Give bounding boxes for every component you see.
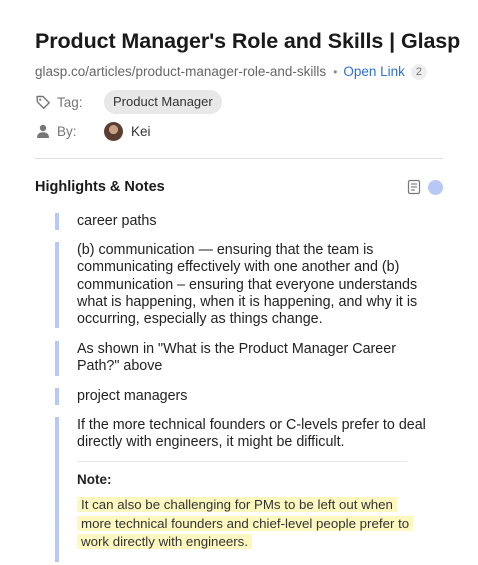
note-text: It can also be challenging for PMs to be…	[77, 496, 443, 552]
tag-row: Tag: Product Manager	[35, 90, 443, 114]
highlight-line: If the more technical founders or C-leve…	[77, 416, 426, 433]
tag-label: Tag:	[57, 94, 83, 110]
highlight-item: As shown in "What is the Product Manager…	[35, 341, 443, 376]
highlight-line: As shown in "What is the Product Manager…	[77, 341, 396, 358]
highlight-bar	[55, 242, 59, 329]
highlight-item: (b) communication — ensuring that the te…	[35, 242, 443, 329]
url-row: glasp.co/articles/product-manager-role-a…	[35, 63, 443, 81]
highlight-line: Path?" above	[77, 358, 163, 375]
highlight-line: communicating effectively with one anoth…	[77, 259, 400, 276]
note-line: It can also be challenging for PMs to be…	[77, 497, 397, 513]
highlight-line: (b) communication — ensuring that the te…	[77, 242, 374, 259]
highlight-line: career paths	[77, 213, 157, 229]
open-link[interactable]: Open Link	[343, 63, 405, 81]
header-icons	[407, 179, 443, 195]
highlight-item: project managers	[35, 387, 443, 405]
note-line: more technical founders and chief-level …	[77, 515, 414, 531]
note-divider	[77, 461, 407, 463]
article-page: Product Manager's Role and Skills | Glas…	[35, 26, 461, 562]
highlight-line: what is happening, when it is happening,…	[77, 293, 418, 310]
divider	[35, 158, 443, 159]
page-title: Product Manager's Role and Skills | Glas…	[35, 29, 461, 53]
tag-icon	[35, 94, 51, 110]
author-row: By: Kei	[35, 120, 443, 142]
highlight-bar	[55, 341, 59, 376]
article-url[interactable]: glasp.co/articles/product-manager-role-a…	[35, 63, 326, 81]
highlight-bar	[55, 416, 59, 562]
by-label: By:	[57, 123, 77, 139]
note-spacer	[77, 552, 443, 562]
avatar[interactable]	[104, 121, 123, 141]
note-line: work directly with engineers.	[77, 534, 253, 550]
note-label: Note:	[77, 472, 112, 488]
highlight-color-dot[interactable]	[428, 179, 443, 195]
highlights-header: Highlights & Notes	[35, 178, 443, 196]
highlight-line: directly with engineers, it might be dif…	[77, 434, 345, 451]
author-name[interactable]: Kei	[131, 124, 151, 139]
section-title: Highlights & Notes	[35, 179, 165, 195]
highlight-bar	[55, 213, 59, 231]
tag-chip[interactable]: Product Manager	[104, 90, 222, 114]
highlight-bar	[55, 387, 59, 405]
highlights-list: career paths (b) communication — ensurin…	[35, 213, 443, 562]
highlight-line: communication – ensuring that everyone u…	[77, 276, 418, 293]
highlight-item: career paths	[35, 213, 443, 231]
document-icon[interactable]	[407, 179, 421, 195]
person-icon	[35, 123, 51, 139]
highlight-line: project managers	[77, 387, 188, 404]
separator-dot: •	[333, 65, 338, 79]
highlight-item-with-note: If the more technical founders or C-leve…	[35, 416, 443, 562]
highlight-line: occurring, especially as things change.	[77, 311, 323, 328]
open-link-count-badge: 2	[410, 64, 427, 80]
